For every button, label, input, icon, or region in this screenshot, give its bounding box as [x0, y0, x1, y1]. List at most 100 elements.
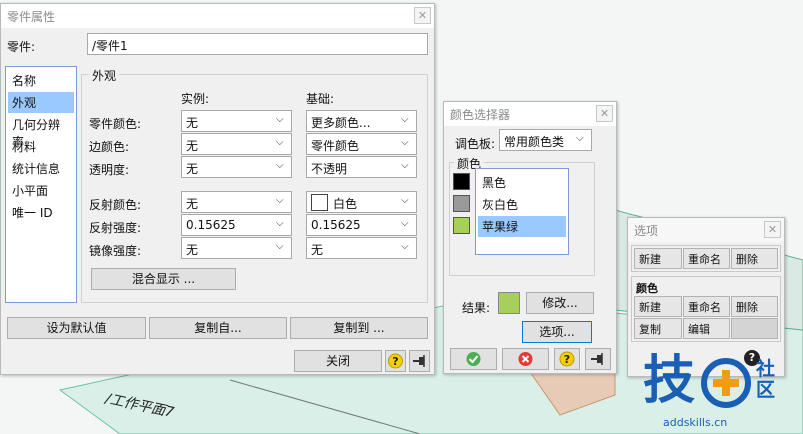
color-rename-button[interactable]: 重命名	[683, 296, 730, 317]
part-label: 零件:	[7, 40, 36, 54]
blend-display-button[interactable]: 混合显示 ...	[91, 268, 236, 290]
transparency-label: 透明度:	[89, 163, 130, 177]
result-label: 结果:	[462, 301, 491, 315]
black-swatch-icon[interactable]	[453, 173, 470, 190]
edge-color-base-select[interactable]: 零件颜色 ⌵	[306, 133, 417, 155]
part-color-instance-value: 无	[186, 116, 199, 130]
chevron-down-icon: ⌵	[276, 114, 284, 125]
reflect-color-label: 反射颜色:	[89, 198, 142, 212]
palette-label: 调色板:	[455, 137, 496, 151]
color-edit-button[interactable]: 编辑	[683, 318, 730, 339]
property-nav-list: 名称 外观 几何分辨率 材料 统计信息 小平面 唯一 ID	[5, 66, 77, 303]
part-properties-dialog: 零件属性 ✕ 零件: /零件1 名称 外观 几何分辨率 材料 统计信息 小平面 …	[0, 3, 435, 375]
chevron-down-icon: ⌵	[401, 195, 409, 206]
color-item-black[interactable]: 黑色	[478, 172, 566, 193]
reflect-strength-instance-select[interactable]: 0.15625 ⌵	[181, 214, 292, 236]
nav-item-resolution[interactable]: 几何分辨率	[8, 114, 74, 149]
part-color-base-value: 更多颜色...	[311, 116, 371, 130]
svg-text:?: ?	[392, 355, 398, 368]
color-item-gray[interactable]: 灰白色	[478, 194, 566, 215]
color-picker-dialog: 颜色选择器 ✕ 调色板: 常用颜色类 ⌵ 颜色 黑色 灰白色 苹果绿 结果: 修改…	[443, 101, 617, 374]
part-name-field[interactable]: /零件1	[87, 33, 428, 55]
mirror-strength-instance-value: 无	[186, 243, 199, 257]
new-button[interactable]: 新建	[634, 248, 682, 269]
chevron-down-icon: ⌵	[276, 218, 284, 229]
logo-plus-icon	[701, 358, 751, 408]
mirror-strength-label: 镜像强度:	[89, 244, 142, 258]
color-picker-title: 颜色选择器	[444, 102, 616, 126]
reflect-strength-instance-value: 0.15625	[186, 218, 236, 232]
reflect-color-instance-select[interactable]: 无 ⌵	[181, 191, 292, 213]
mirror-strength-base-select[interactable]: 无 ⌵	[306, 237, 417, 259]
part-color-instance-select[interactable]: 无 ⌵	[181, 110, 292, 132]
set-default-button[interactable]: 设为默认值	[7, 317, 146, 339]
nav-item-statistics[interactable]: 统计信息	[8, 158, 74, 179]
nav-item-material[interactable]: 材料	[8, 136, 74, 157]
palette-value: 常用颜色类	[504, 135, 565, 149]
reflect-strength-base-value: 0.15625	[311, 218, 361, 232]
close-button[interactable]: 关闭	[294, 350, 382, 372]
palette-select[interactable]: 常用颜色类 ⌵	[499, 129, 592, 151]
reflect-color-base-select[interactable]: 白色 ⌵	[306, 191, 417, 213]
chevron-down-icon: ⌵	[401, 218, 409, 229]
chevron-down-icon: ⌵	[401, 114, 409, 125]
color-delete-button[interactable]: 删除	[731, 296, 778, 317]
transparency-instance-select[interactable]: 无 ⌵	[181, 156, 292, 178]
nav-item-appearance[interactable]: 外观	[8, 92, 74, 113]
edge-color-instance-value: 无	[186, 139, 199, 153]
reflect-color-base-value: 白色	[333, 197, 358, 211]
part-color-label: 零件颜色:	[89, 117, 142, 131]
chevron-down-icon: ⌵	[401, 241, 409, 252]
cancel-icon[interactable]	[502, 348, 549, 370]
close-icon[interactable]: ✕	[764, 221, 781, 238]
close-icon[interactable]: ✕	[596, 105, 613, 122]
color-section-title: 颜色	[636, 282, 658, 295]
logo-character: 技	[643, 351, 696, 411]
apple-green-swatch-icon[interactable]	[453, 217, 470, 234]
options-button[interactable]: 选项...	[522, 321, 592, 343]
nav-item-name[interactable]: 名称	[8, 70, 74, 91]
gray-swatch-icon[interactable]	[453, 195, 470, 212]
ok-icon[interactable]	[450, 348, 497, 370]
edge-color-label: 边颜色:	[89, 140, 130, 154]
edge-color-instance-select[interactable]: 无 ⌵	[181, 133, 292, 155]
pin-icon[interactable]	[585, 348, 611, 370]
chevron-down-icon: ⌵	[576, 133, 584, 144]
mirror-strength-instance-select[interactable]: 无 ⌵	[181, 237, 292, 259]
transparency-base-value: 不透明	[311, 162, 348, 176]
appearance-group-title: 外观	[89, 67, 120, 84]
chevron-down-icon: ⌵	[276, 160, 284, 171]
rename-button[interactable]: 重命名	[683, 248, 730, 269]
reflect-strength-base-select[interactable]: 0.15625 ⌵	[306, 214, 417, 236]
help-icon[interactable]: ?	[385, 350, 406, 372]
help-icon[interactable]: ?	[554, 348, 580, 370]
copy-to-button[interactable]: 复制到 ...	[290, 317, 428, 339]
logo-side-text: 社区	[756, 358, 776, 401]
mirror-strength-base-value: 无	[311, 243, 324, 257]
reflect-strength-label: 反射强度:	[89, 221, 142, 235]
result-swatch	[498, 292, 520, 314]
part-color-base-select[interactable]: 更多颜色... ⌵	[306, 110, 417, 132]
color-new-button[interactable]: 新建	[634, 296, 682, 317]
disabled-cell	[731, 318, 778, 339]
pin-icon[interactable]	[409, 350, 430, 372]
nav-item-unique-id[interactable]: 唯一 ID	[8, 202, 74, 223]
color-copy-button[interactable]: 复制	[634, 318, 682, 339]
chevron-down-icon: ⌵	[276, 241, 284, 252]
delete-button[interactable]: 删除	[731, 248, 778, 269]
transparency-base-select[interactable]: 不透明 ⌵	[306, 156, 417, 178]
modify-button[interactable]: 修改...	[526, 292, 594, 314]
transparency-instance-value: 无	[186, 162, 199, 176]
base-column-header: 基础:	[306, 92, 335, 106]
logo-url: addskills.cn	[663, 416, 728, 429]
color-item-apple-green[interactable]: 苹果绿	[478, 216, 566, 237]
site-logo: 技 社区 addskills.cn	[643, 351, 803, 434]
close-icon[interactable]: ✕	[414, 7, 431, 24]
nav-item-facets[interactable]: 小平面	[8, 180, 74, 201]
chevron-down-icon: ⌵	[401, 160, 409, 171]
instance-column-header: 实例:	[181, 92, 210, 106]
svg-text:?: ?	[564, 353, 570, 366]
edge-color-base-value: 零件颜色	[311, 139, 360, 153]
copy-from-button[interactable]: 复制自...	[149, 317, 287, 339]
part-properties-title: 零件属性	[1, 4, 434, 28]
